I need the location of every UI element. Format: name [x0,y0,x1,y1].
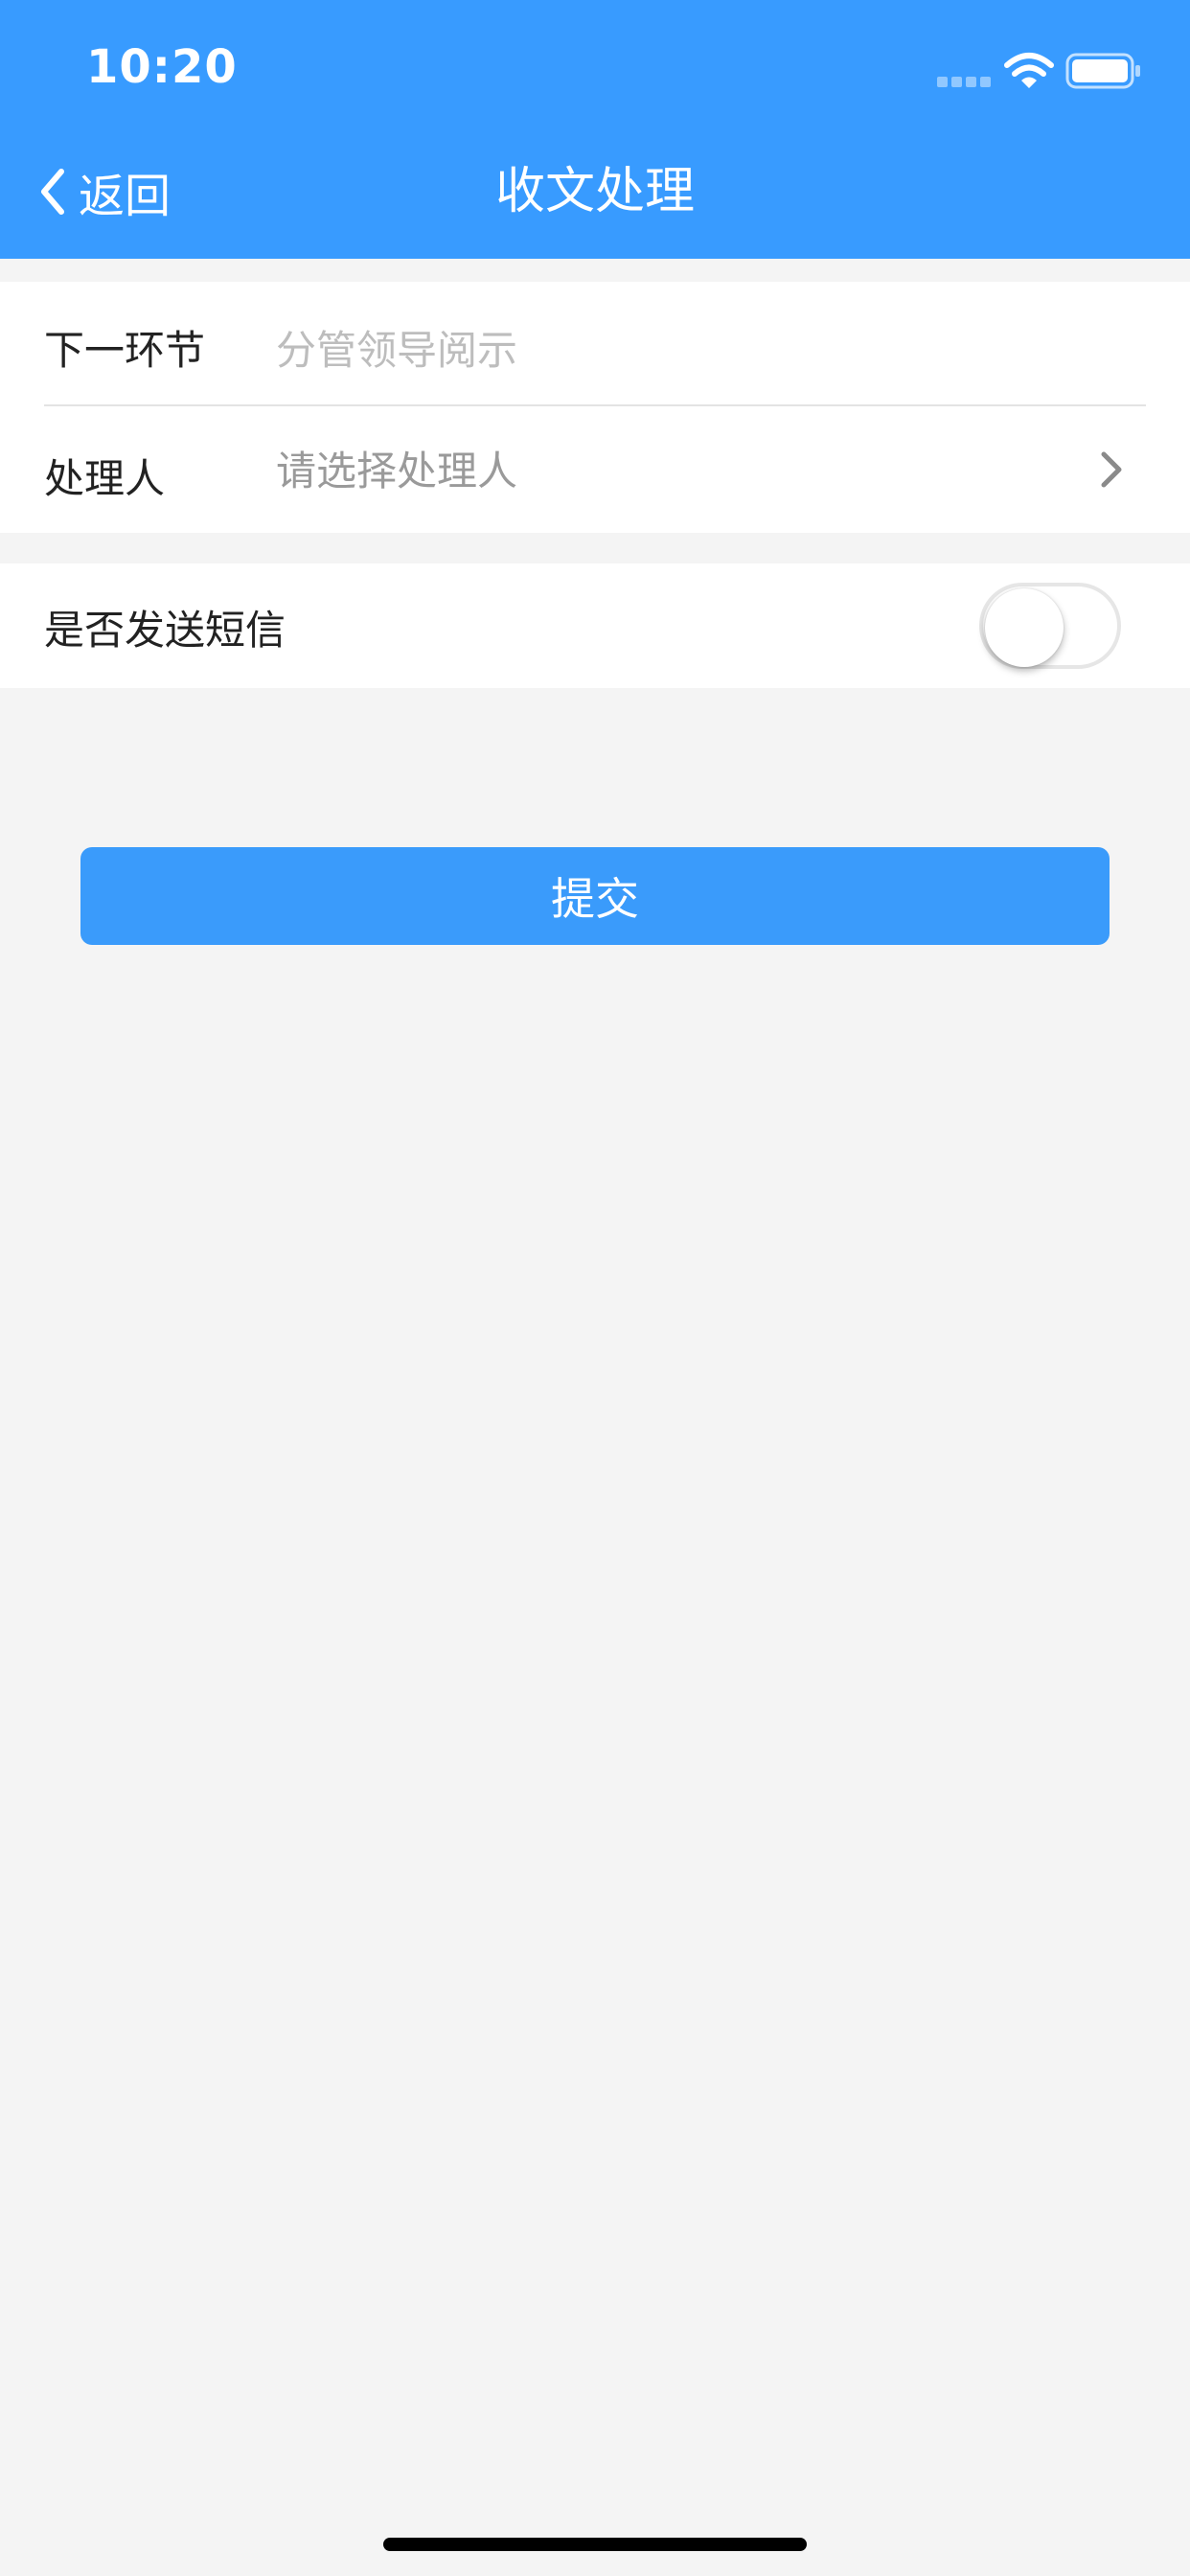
send-sms-label: 是否发送短信 [44,607,286,654]
sms-section: 是否发送短信 [0,564,1190,688]
send-sms-toggle[interactable] [979,583,1121,669]
home-indicator [383,2538,807,2551]
submit-button[interactable]: 提交 [80,847,1110,945]
battery-icon [1065,53,1140,89]
next-step-row: 下一环节 分管领导阅示 [0,282,1190,406]
chevron-right-icon [1101,451,1122,488]
next-step-label: 下一环节 [44,327,206,374]
signal-icon [937,77,991,87]
wifi-icon [1004,53,1054,88]
workflow-section: 下一环节 分管领导阅示 处理人 请选择处理人 [0,282,1190,533]
header: 10:20 返回 收文处理 [0,0,1190,259]
handler-label: 处理人 [44,455,166,502]
handler-placeholder: 请选择处理人 [276,448,518,494]
next-step-value: 分管领导阅示 [276,327,518,374]
status-time: 10:20 [86,40,238,94]
toggle-knob [985,588,1064,667]
handler-select-row[interactable]: 处理人 请选择处理人 [0,406,1190,533]
page-title: 收文处理 [494,163,695,220]
